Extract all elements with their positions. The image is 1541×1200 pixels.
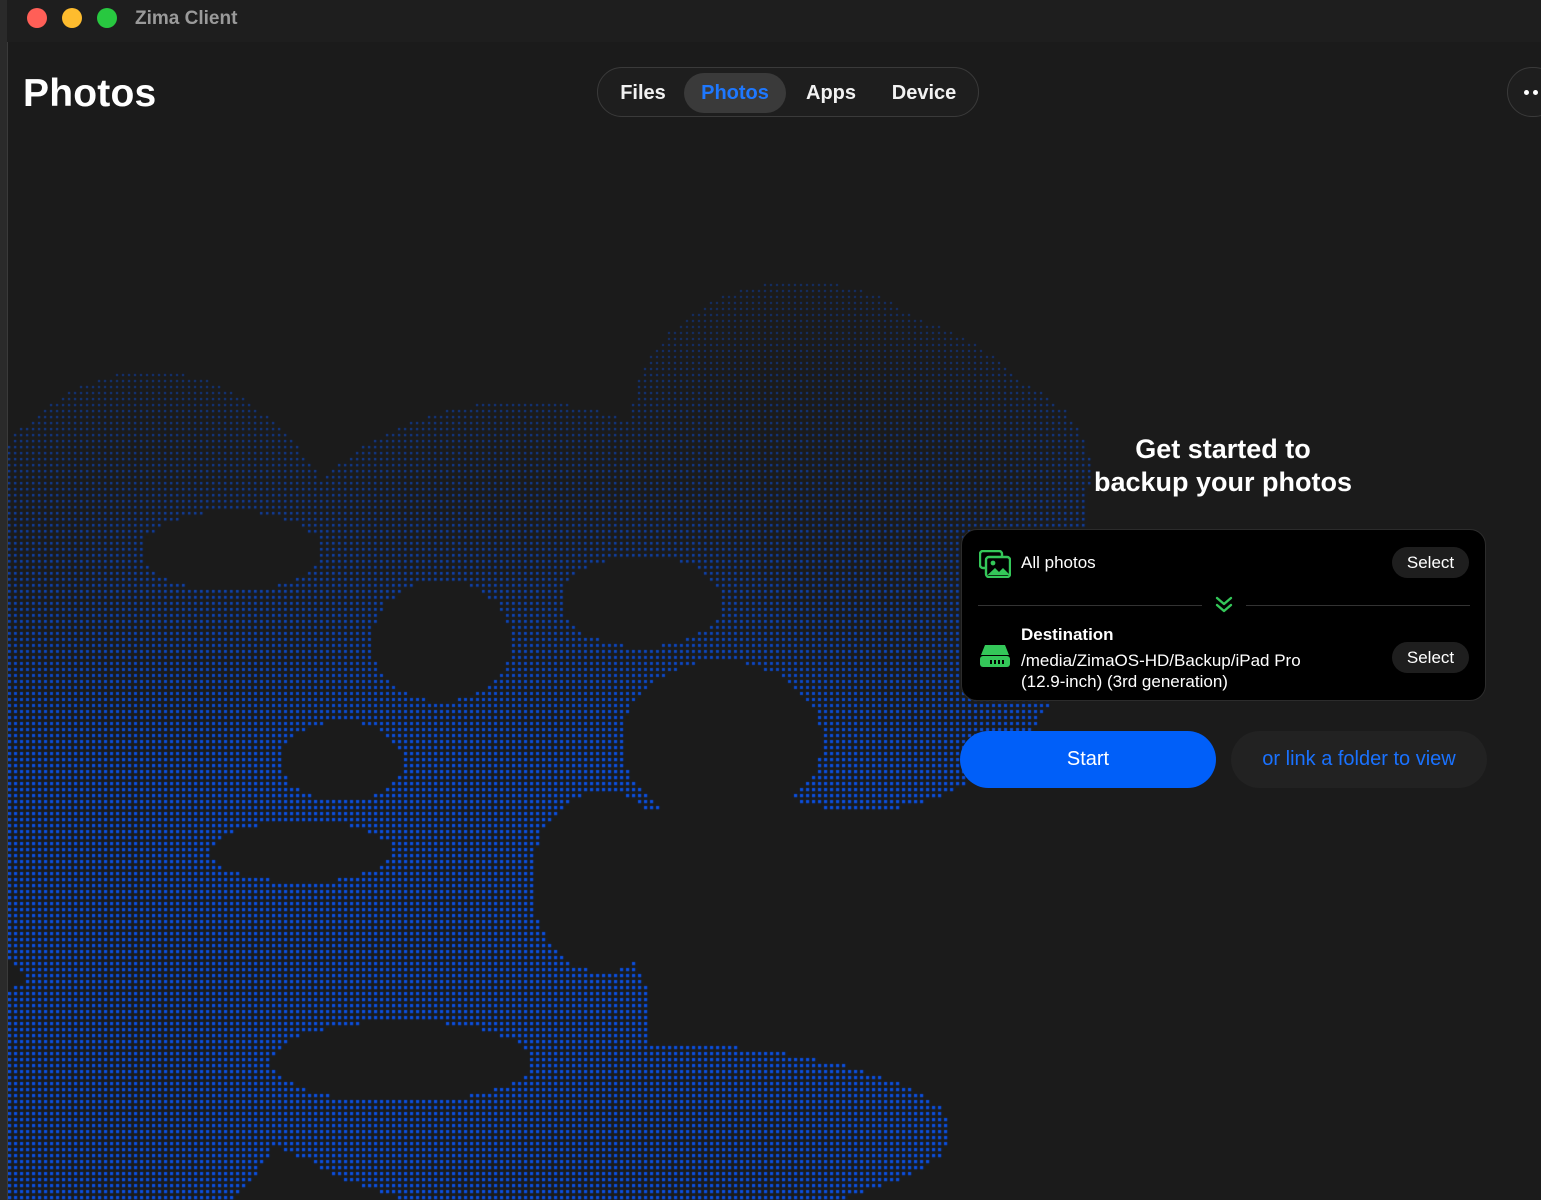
tab-files[interactable]: Files [606, 73, 680, 113]
title-bar: Zima Client [7, 0, 1541, 42]
headline-line-1: Get started to [1135, 434, 1311, 464]
more-dots-icon [1524, 90, 1529, 95]
destination-path: /media/ZimaOS-HD/Backup/iPad Pro (12.9-i… [1021, 651, 1301, 691]
source-label: All photos [1021, 553, 1096, 572]
start-button[interactable]: Start [960, 731, 1216, 788]
background-window-edge [0, 0, 8, 1200]
main-nav: Files Photos Apps Device [597, 67, 979, 117]
drive-icon [980, 645, 1010, 667]
link-folder-button[interactable]: or link a folder to view [1231, 731, 1487, 788]
minimize-window-button[interactable] [62, 8, 82, 28]
app-window: Zima Client Photos Files Photos Apps Dev… [0, 0, 1541, 1200]
window-title: Zima Client [135, 8, 238, 29]
double-chevron-down-icon [1215, 596, 1233, 613]
divider-right [1246, 605, 1470, 606]
select-destination-button[interactable]: Select [1392, 642, 1469, 673]
divider-left [978, 605, 1202, 606]
page-title: Photos [23, 72, 157, 115]
more-dots-icon-dot [1533, 90, 1538, 95]
headline-line-2: backup your photos [1093, 467, 1353, 497]
zoom-window-button[interactable] [97, 8, 117, 28]
tab-photos[interactable]: Photos [684, 73, 786, 113]
close-window-button[interactable] [27, 8, 47, 28]
destination-title: Destination [1021, 625, 1114, 644]
select-source-button[interactable]: Select [1392, 547, 1469, 578]
tab-apps[interactable]: Apps [790, 73, 872, 113]
backup-headline: Get started to backup your photos [1060, 433, 1386, 499]
photos-icon [979, 550, 1011, 578]
tab-device[interactable]: Device [876, 73, 972, 113]
backup-config-card: All photos Select Destination /media/Zim… [961, 529, 1486, 701]
